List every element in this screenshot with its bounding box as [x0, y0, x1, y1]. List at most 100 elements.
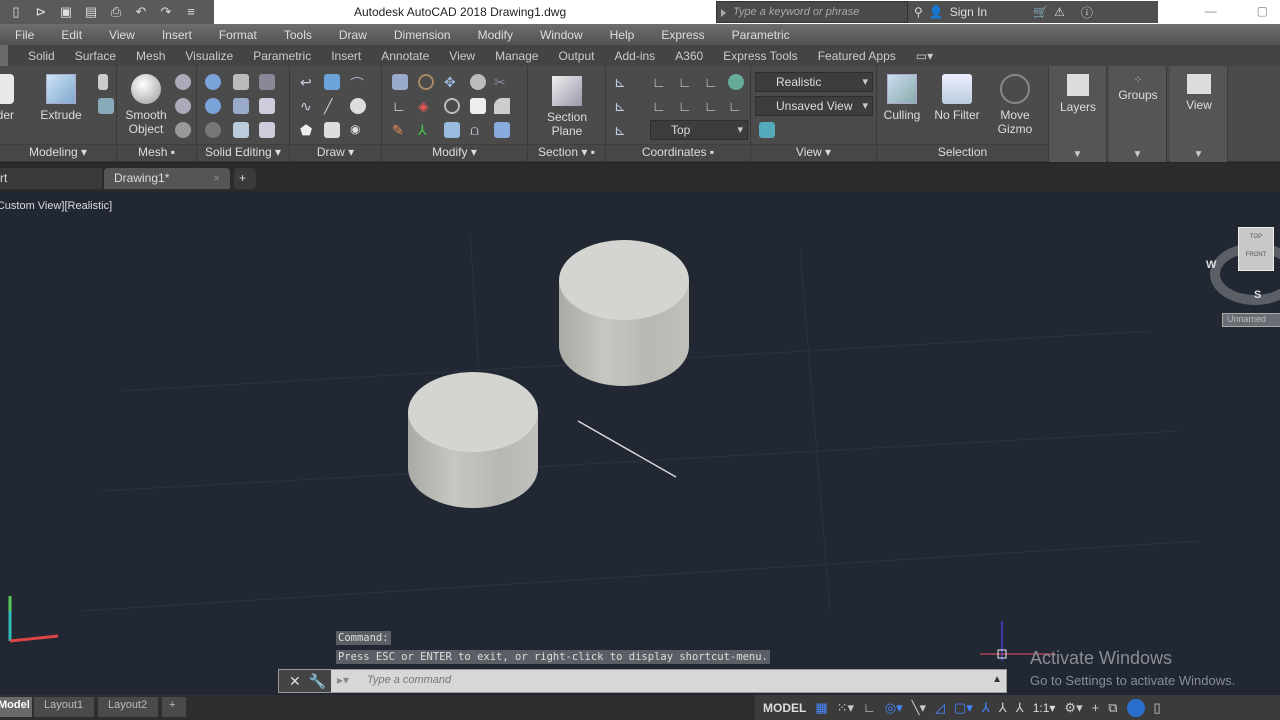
view-expand-icon[interactable]: ▼: [1170, 149, 1227, 160]
panel-label[interactable]: Modify ▾: [382, 144, 527, 160]
tab-solid[interactable]: Solid: [28, 49, 55, 63]
isodraft-icon[interactable]: ╲▾: [912, 700, 926, 716]
annotation-visibility-icon[interactable]: ⅄: [982, 700, 990, 716]
tab-home[interactable]: [0, 45, 8, 66]
tab-layout1[interactable]: Layout1: [34, 697, 94, 717]
minimize-button[interactable]: —: [1205, 4, 1217, 18]
rectangle-icon[interactable]: [324, 122, 340, 138]
ortho-icon[interactable]: ∟: [863, 700, 876, 715]
ucs-icon[interactable]: ⊾: [614, 74, 630, 90]
compass-south[interactable]: S: [1254, 289, 1261, 301]
annotation-scale-dropdown[interactable]: 1:1▾: [1033, 701, 1056, 715]
offset-icon[interactable]: [444, 98, 460, 114]
menu-help[interactable]: Help: [610, 28, 635, 42]
ucs-named-icon[interactable]: ∟: [704, 74, 720, 90]
helix-icon[interactable]: [324, 74, 340, 90]
culling-button[interactable]: Culling: [879, 74, 925, 122]
new-icon[interactable]: ▯: [8, 5, 24, 19]
drawing-viewport[interactable]: [-][Custom View][Realistic]: [0, 191, 1280, 695]
separate-icon[interactable]: [259, 122, 275, 138]
rotate3d-icon[interactable]: [418, 74, 434, 90]
thicken-icon[interactable]: [233, 122, 249, 138]
customize-wrench-icon[interactable]: 🔧: [309, 673, 326, 690]
panel-label[interactable]: Section ▾ ▪: [528, 144, 605, 160]
ucs-world-icon[interactable]: ∟: [652, 74, 668, 90]
panel-label[interactable]: Selection: [877, 144, 1048, 160]
presspull-icon[interactable]: [98, 74, 108, 90]
align-icon[interactable]: [470, 74, 486, 90]
menu-edit[interactable]: Edit: [61, 28, 82, 42]
ucs-y-icon[interactable]: ∟: [678, 98, 694, 114]
panel-label[interactable]: Modeling ▾: [0, 144, 116, 160]
close-icon[interactable]: ✕: [289, 673, 301, 690]
restore-button[interactable]: ▢: [1257, 4, 1268, 18]
compass-west[interactable]: W: [1206, 259, 1216, 271]
menu-file[interactable]: File: [15, 28, 34, 42]
menu-parametric[interactable]: Parametric: [732, 28, 790, 42]
ucs-menu[interactable]: Unnamed: [1222, 313, 1280, 327]
menu-modify[interactable]: Modify: [478, 28, 513, 42]
cylinder-front[interactable]: [408, 372, 538, 508]
union-icon[interactable]: [205, 74, 221, 90]
smooth-object-button[interactable]: Smooth Object: [121, 74, 171, 136]
a360-icon[interactable]: ⚠: [1054, 5, 1065, 19]
binoculars-icon[interactable]: ⚲: [914, 5, 923, 19]
tab-express-tools[interactable]: Express Tools: [723, 49, 797, 63]
tab-model[interactable]: Model: [0, 697, 32, 717]
view-button[interactable]: View: [1174, 74, 1224, 112]
ucs-zaxis-icon[interactable]: ∟: [728, 98, 744, 114]
tab-surface[interactable]: Surface: [75, 49, 116, 63]
tab-add-ins[interactable]: Add-ins: [614, 49, 655, 63]
fillet-icon[interactable]: ∟: [392, 98, 408, 114]
tab-mesh[interactable]: Mesh: [136, 49, 165, 63]
help-icon[interactable]: ⓘ: [1081, 4, 1093, 21]
line-icon[interactable]: ╱: [324, 98, 340, 114]
tab-featured-apps[interactable]: Featured Apps: [818, 49, 896, 63]
erase-icon[interactable]: ✎: [392, 122, 408, 138]
slice-icon[interactable]: [233, 98, 249, 114]
polygon-icon[interactable]: ⬟: [300, 122, 316, 138]
menu-format[interactable]: Format: [219, 28, 257, 42]
menu-draw[interactable]: Draw: [339, 28, 367, 42]
search-input[interactable]: Type a keyword or phrase: [716, 1, 908, 23]
print-icon[interactable]: ⎙: [108, 5, 124, 19]
groups-button[interactable]: ⁘ Groups: [1113, 74, 1163, 102]
open-icon[interactable]: ⊳: [33, 5, 49, 19]
no-filter-button[interactable]: No Filter: [931, 74, 983, 122]
grid-icon[interactable]: ▦: [815, 700, 827, 716]
tab-visualize[interactable]: Visualize: [185, 49, 233, 63]
undo-icon[interactable]: ↶: [133, 5, 149, 19]
intersect-icon[interactable]: [205, 122, 221, 138]
copy-icon[interactable]: [470, 98, 486, 114]
panel-view-2[interactable]: View ▼: [1170, 66, 1228, 162]
move3d-icon[interactable]: ✥: [444, 74, 460, 90]
smooth-less-icon[interactable]: [175, 98, 191, 114]
tab-layout2[interactable]: Layout2: [98, 697, 158, 717]
viewcube-front-face[interactable]: FRONT: [1239, 252, 1273, 258]
menu-express[interactable]: Express: [661, 28, 704, 42]
workspace-gear-icon[interactable]: ⚙▾: [1064, 700, 1082, 716]
command-input[interactable]: [367, 674, 967, 686]
annotation-scale-icon[interactable]: ⅄: [1016, 700, 1024, 716]
polar-icon[interactable]: ◎▾: [885, 700, 903, 716]
ribbon-toggle-icon[interactable]: ▭▾: [916, 49, 933, 63]
move-gizmo-button[interactable]: Move Gizmo: [993, 74, 1037, 136]
cylinder-back[interactable]: [559, 240, 689, 386]
sign-in-link[interactable]: Sign In: [950, 5, 987, 19]
ucs-view-dropdown[interactable]: Top: [650, 120, 748, 140]
close-tab-icon[interactable]: ×: [213, 171, 220, 185]
named-view-dropdown[interactable]: Unsaved View: [755, 96, 873, 116]
auto-scale-icon[interactable]: ⅄: [999, 700, 1007, 716]
stretch-icon[interactable]: ⩍: [470, 122, 486, 138]
visual-style-dropdown[interactable]: Realistic: [755, 72, 873, 92]
new-layout-button[interactable]: +: [162, 697, 186, 717]
viewport-config-icon[interactable]: [759, 122, 775, 138]
chamfer-icon[interactable]: [494, 98, 510, 114]
hardware-acceleration-icon[interactable]: [1126, 698, 1145, 717]
customize-icon[interactable]: ≡: [183, 5, 199, 19]
ucs-x-icon[interactable]: ∟: [678, 74, 694, 90]
ucs-origin-icon[interactable]: ⊾: [614, 98, 630, 114]
isolate-objects-icon[interactable]: ⧉: [1108, 700, 1117, 716]
tab-manage[interactable]: Manage: [495, 49, 538, 63]
cart-icon[interactable]: 🛒: [1033, 5, 1048, 19]
